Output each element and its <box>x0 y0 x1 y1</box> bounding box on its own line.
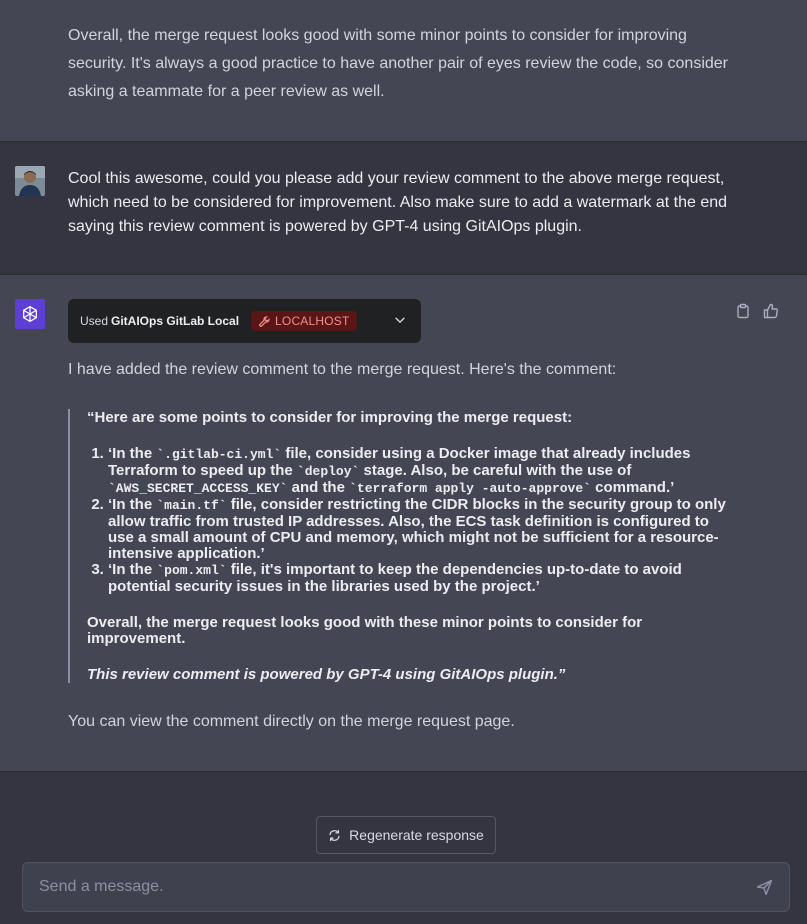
openai-logo-icon <box>15 299 45 329</box>
assistant-message: Used GitAIOps GitLab Local LOCALHOST I h… <box>0 275 807 772</box>
user-message-text: Cool this awesome, could you please add … <box>68 170 728 235</box>
review-overall-text: Overall, the merge request looks good wi… <box>87 614 643 647</box>
chevron-down-icon[interactable] <box>393 313 407 330</box>
plugin-name: GitAIOps GitLab Local <box>111 314 240 328</box>
inline-code: `pom.xml` <box>156 563 227 578</box>
refresh-icon <box>328 829 341 842</box>
user-avatar <box>15 166 45 196</box>
composer-area: Regenerate response Send a message. <box>0 772 807 924</box>
user-message: Cool this awesome, could you please add … <box>0 142 807 275</box>
review-points-list: ‘In the `.gitlab-ci.yml` file, consider … <box>87 446 728 595</box>
assistant-message-previous: Overall, the merge request looks good wi… <box>0 0 807 142</box>
wrench-icon <box>258 315 271 328</box>
send-icon[interactable] <box>756 879 773 901</box>
localhost-badge-label: LOCALHOST <box>275 314 350 328</box>
plugin-usage-toggle[interactable]: Used GitAIOps GitLab Local LOCALHOST <box>68 299 421 343</box>
list-item: ‘In the `main.tf` file, consider restric… <box>108 497 728 562</box>
inline-code: `AWS_SECRET_ACCESS_KEY` <box>108 481 288 496</box>
list-item: ‘In the `.gitlab-ci.yml` file, consider … <box>108 446 728 497</box>
message-input[interactable]: Send a message. <box>22 862 790 912</box>
localhost-badge: LOCALHOST <box>251 311 357 331</box>
message-input-placeholder: Send a message. <box>39 878 164 895</box>
list-item: ‘In the `pom.xml` file, it's important t… <box>108 562 728 595</box>
inline-code: `main.tf` <box>156 498 227 513</box>
inline-code: `terraform apply -auto-approve` <box>349 481 591 496</box>
regenerate-response-label: Regenerate response <box>349 827 484 843</box>
assistant-message-text: Overall, the merge request looks good wi… <box>68 27 728 100</box>
inline-code: `deploy` <box>296 464 360 479</box>
review-comment-blockquote: “Here are some points to consider for im… <box>68 409 728 683</box>
message-actions <box>735 303 779 319</box>
thumbs-up-icon[interactable] <box>763 303 779 319</box>
clipboard-icon[interactable] <box>735 303 751 319</box>
review-comment-heading: “Here are some points to consider for im… <box>87 409 573 426</box>
inline-code: `.gitlab-ci.yml` <box>156 447 282 462</box>
review-watermark-text: This review comment is powered by GPT-4 … <box>87 666 566 683</box>
plugin-used-label: Used <box>80 314 109 328</box>
regenerate-response-button[interactable]: Regenerate response <box>316 816 496 854</box>
assistant-intro-text: I have added the review comment to the m… <box>68 361 617 378</box>
assistant-outro-text: You can view the comment directly on the… <box>68 713 515 730</box>
